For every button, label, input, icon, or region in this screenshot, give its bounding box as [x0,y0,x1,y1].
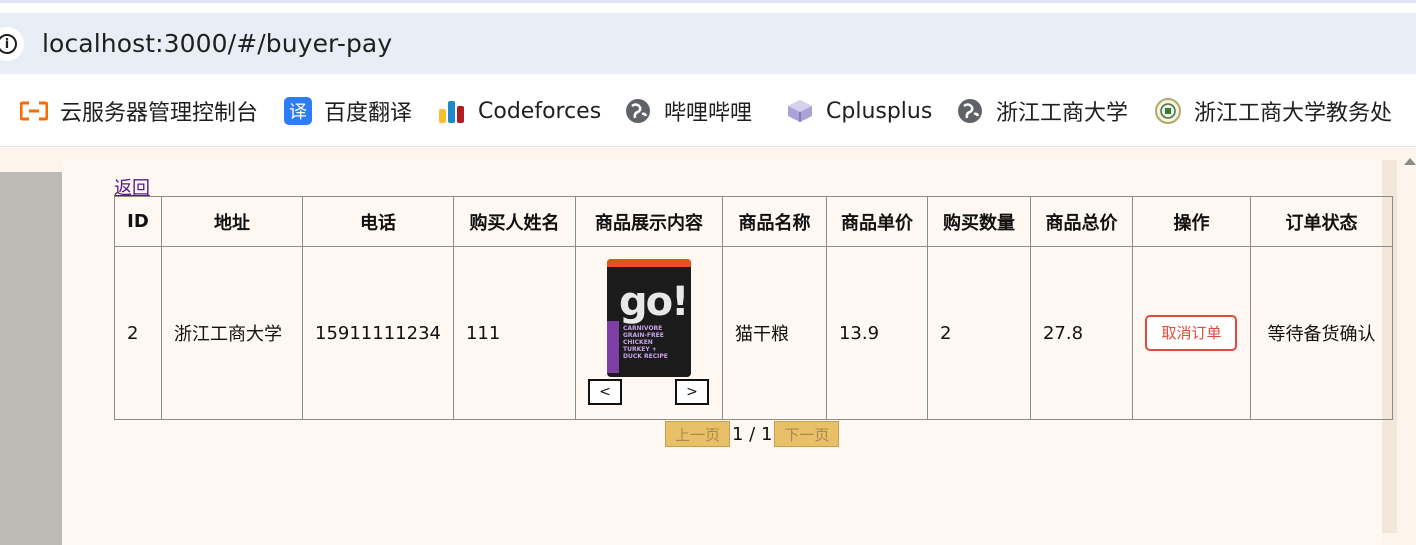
product-name: 猫干粮 [721,246,827,420]
cancel-order-button[interactable]: 取消订单 [1145,315,1238,351]
quantity: 2 [926,246,1031,420]
bookmark-codeforces[interactable]: Codeforces [438,96,601,126]
next-page-button[interactable]: 下一页 [774,421,840,447]
column-header: 地址 [161,196,303,247]
browser-top-edge [0,0,1416,3]
column-header: 购买人姓名 [452,196,576,247]
table-row: 2 浙江工商大学 15911111234 111 go! CARNIVORE G… [114,246,1393,420]
bookmark-cplusplus[interactable]: Cplusplus [786,96,932,126]
order-phone: 15911111234 [302,246,454,420]
site-info-icon[interactable]: i [0,27,24,61]
product-image-cell: go! CARNIVORE GRAIN-FREE CHICKEN TURKEY … [574,246,723,420]
column-header: 订单状态 [1249,196,1393,247]
column-header: ID [114,196,162,247]
column-header: 商品展示内容 [574,196,723,247]
bookmark-label: 浙江工商大学 [996,101,1129,126]
translate-icon: 译 [284,97,312,125]
url-text[interactable]: localhost:3000/#/buyer-pay [42,29,392,58]
image-next-button[interactable]: > [674,379,709,405]
bookmark-label: Cplusplus [826,98,933,124]
order-status: 等待备货确认 [1249,246,1393,420]
cplusplus-icon [786,97,814,125]
order-buyer-name: 111 [452,246,576,420]
bookmark-label: 百度翻译 [324,101,413,126]
scrollbar[interactable] [1397,176,1416,545]
svg-text:译: 译 [289,102,307,123]
action-cell: 取消订单 [1131,246,1251,420]
column-header: 商品名称 [721,196,827,247]
scroll-up-arrow-icon[interactable] [1404,158,1416,165]
unit-price: 13.9 [825,246,928,420]
address-bar[interactable]: i localhost:3000/#/buyer-pay [0,13,1416,74]
column-header: 操作 [1131,196,1251,247]
order-address: 浙江工商大学 [161,246,303,420]
globe-icon [624,97,652,125]
school-seal-icon [1154,97,1182,125]
bookmark-zjgsu-academic[interactable]: 浙江工商大学教务处 [1154,96,1392,126]
column-header: 购买数量 [926,196,1031,247]
image-prev-button[interactable]: < [587,379,622,405]
bookmark-label: 哔哩哔哩 [664,101,753,126]
bookmark-baidu-translate[interactable]: 译 百度翻译 [284,96,412,126]
page-indicator: 1 / 1 [732,423,773,445]
column-header: 商品单价 [825,196,928,247]
bookmark-label: 云服务器管理控制台 [60,101,259,126]
page-viewport: 返回 ID 地址 电话 购买人姓名 商品展示内容 商品名称 商品单价 购买数量 … [0,148,1416,545]
order-id: 2 [114,246,162,420]
bookmarks-bar: 云服务器管理控制台 译 百度翻译 Codeforces 哔哩哔哩 Cpluspl… [0,74,1416,147]
bookmark-label: Codeforces [478,98,602,124]
total-price: 27.8 [1029,246,1133,420]
bookmark-bilibili[interactable]: 哔哩哔哩 [624,96,752,126]
globe-icon [956,97,984,125]
column-header: 商品总价 [1029,196,1133,247]
codeforces-icon [438,97,466,125]
prev-page-button[interactable]: 上一页 [665,421,730,447]
bookmark-aliyun[interactable]: 云服务器管理控制台 [20,96,258,126]
table-header-row: ID 地址 电话 购买人姓名 商品展示内容 商品名称 商品单价 购买数量 商品总… [114,196,1393,247]
product-image: go! CARNIVORE GRAIN-FREE CHICKEN TURKEY … [606,259,691,377]
column-header: 电话 [302,196,454,247]
orders-table: ID 地址 电话 购买人姓名 商品展示内容 商品名称 商品单价 购买数量 商品总… [114,196,1393,420]
aliyun-icon [20,97,48,125]
bookmark-zjgsu[interactable]: 浙江工商大学 [956,96,1128,126]
left-gutter [0,172,62,545]
bookmark-label: 浙江工商大学教务处 [1194,101,1393,126]
pagination: 上一页 1 / 1 下一页 [665,421,840,447]
